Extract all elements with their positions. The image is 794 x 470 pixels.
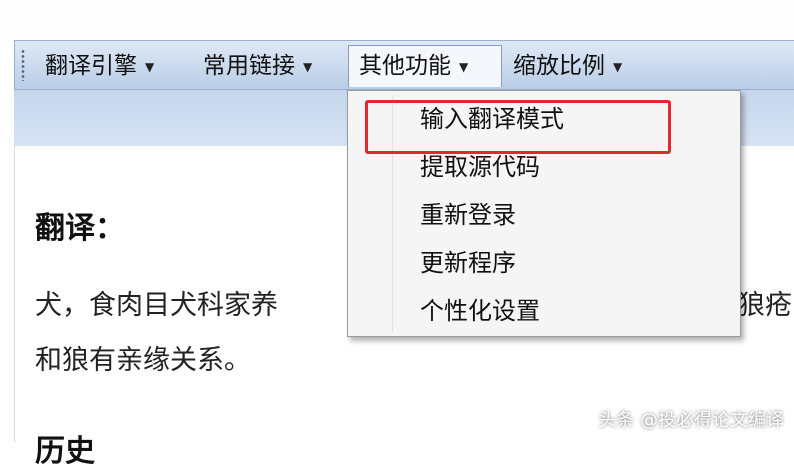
paragraph-line-2: 和狼有亲缘关系。 [35, 345, 251, 376]
menu-translation-engine[interactable]: 翻译引擎 ▼ [45, 45, 154, 87]
section-heading-2: 历史 [35, 434, 95, 469]
menu-label: 其他功能 [359, 53, 451, 79]
menu-zoom-ratio[interactable]: 缩放比例 ▼ [513, 45, 622, 87]
menu-item-update-program[interactable]: 更新程序 [348, 239, 740, 287]
menu-bar: 翻译引擎 ▼ 常用链接 ▼ 其他功能 ▼ 缩放比例 ▼ [14, 40, 794, 90]
menu-label: 常用链接 [203, 53, 295, 79]
caret-down-icon: ▼ [145, 59, 155, 74]
section-heading: 翻译： [35, 211, 125, 246]
caret-down-icon: ▼ [613, 59, 623, 74]
toolbar-grip-handle[interactable] [21, 49, 25, 81]
menu-item-relogin[interactable]: 重新登录 [348, 191, 740, 239]
menu-common-links[interactable]: 常用链接 ▼ [203, 45, 312, 87]
caret-down-icon: ▼ [459, 59, 469, 74]
paragraph-line-1: 犬，食肉目犬科家养 [35, 290, 278, 321]
window-top-strip [0, 0, 794, 38]
caret-down-icon: ▼ [303, 59, 313, 74]
watermark-text: 头条 @投必得论文编译 [598, 410, 784, 431]
red-highlight-box [365, 100, 671, 154]
paragraph-line-1-cut: 狼疮 [738, 290, 792, 321]
menu-label: 缩放比例 [513, 53, 605, 79]
menu-item-personalization-settings[interactable]: 个性化设置 [348, 287, 740, 335]
menu-other-functions[interactable]: 其他功能 ▼ [348, 45, 502, 87]
menu-label: 翻译引擎 [45, 53, 137, 79]
